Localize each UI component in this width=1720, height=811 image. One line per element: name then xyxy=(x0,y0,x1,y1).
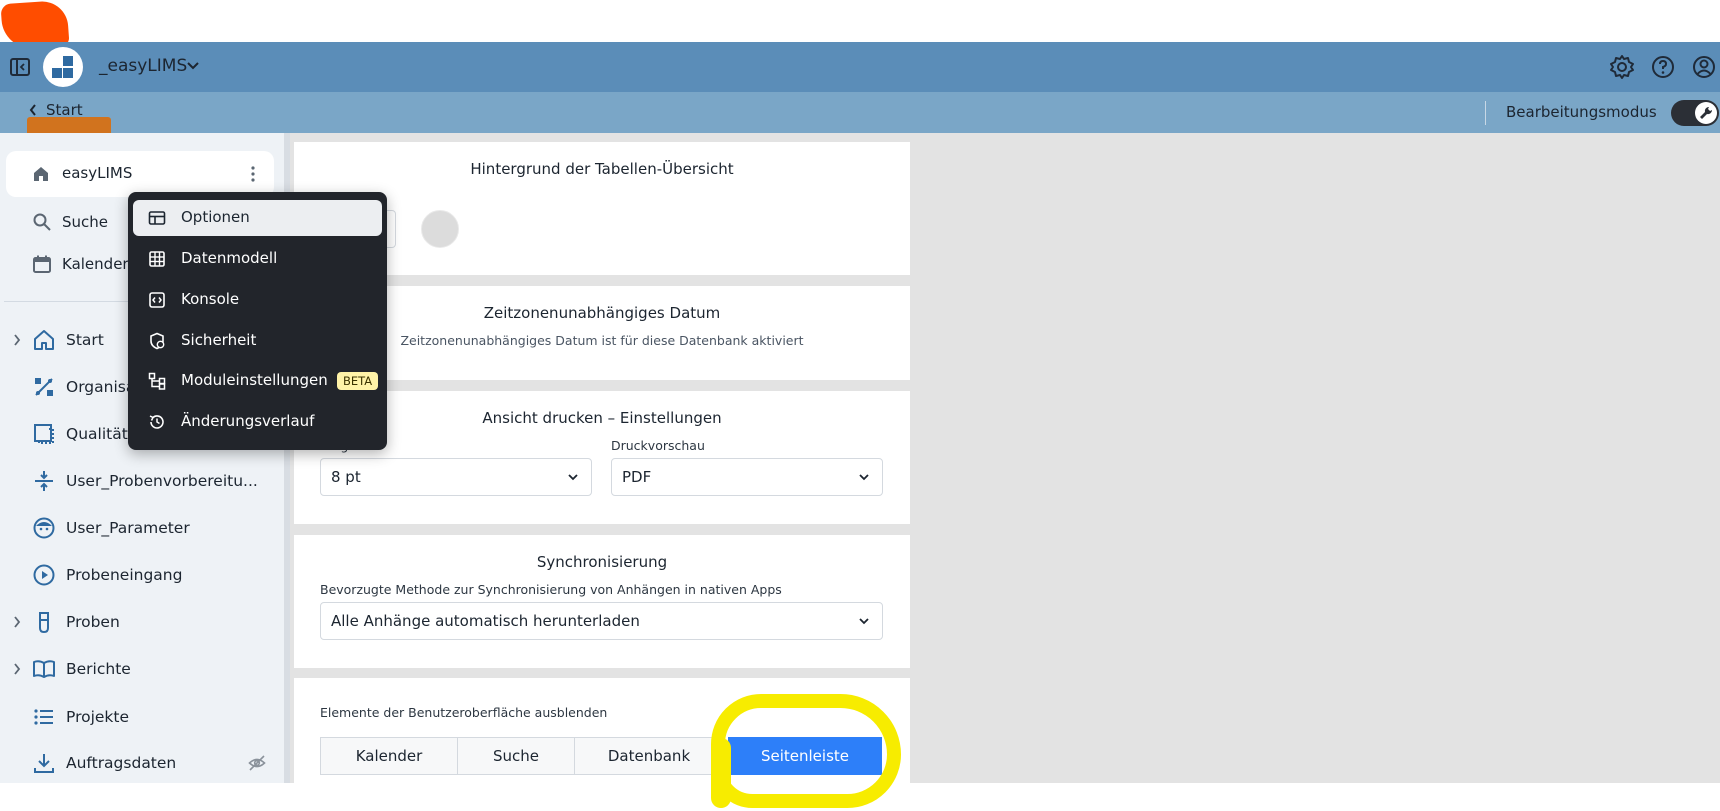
sync-method-select[interactable]: Alle Anhänge automatisch herunterladen xyxy=(320,602,883,640)
menu-item-aenderungsverlauf[interactable]: Änderungsverlauf xyxy=(133,404,382,440)
top-gap xyxy=(0,0,1720,42)
hide-ui-label: Elemente der Benutzeroberfläche ausblend… xyxy=(320,705,608,720)
history-icon xyxy=(149,415,164,429)
organization-icon xyxy=(35,378,53,396)
app-bar: _easyLIMS xyxy=(0,42,1720,92)
gear-icon[interactable] xyxy=(1608,53,1636,81)
menu-item-sicherheit[interactable]: Sicherheit xyxy=(133,323,382,359)
workspace-item[interactable]: easyLIMS xyxy=(6,151,274,197)
menu-item-datenmodell[interactable]: Datenmodell xyxy=(133,241,382,277)
wrench-icon xyxy=(1700,106,1713,119)
chevron-right-icon[interactable] xyxy=(12,662,22,676)
grid-icon xyxy=(149,251,165,267)
sidebar-toggle-icon[interactable] xyxy=(9,56,31,78)
sidebar-item-label: Proben xyxy=(66,613,120,631)
card-sync: Synchronisierung Bevorzugte Methode zur … xyxy=(294,535,910,668)
table-layout-icon xyxy=(148,211,166,225)
menu-item-label: Optionen xyxy=(181,208,250,226)
sidebar-item-label: Start xyxy=(66,331,104,349)
chevron-right-icon[interactable] xyxy=(12,615,22,629)
segment-kalender[interactable]: Kalender xyxy=(320,737,458,775)
sidebar-item-label: Probeneingang xyxy=(66,566,183,584)
workspace-options-menu: Optionen Datenmodell Konsole Sicherheit … xyxy=(128,192,387,450)
segment-datenbank[interactable]: Datenbank xyxy=(574,737,724,775)
sidebar-item-probeneingang[interactable]: Probeneingang xyxy=(0,553,284,597)
sub-bar: Start Bearbeitungsmodus xyxy=(0,92,1720,133)
annotation-highlight-yellow xyxy=(711,694,901,808)
sidebar-item-label: User_Probenvorbereitu... xyxy=(66,472,258,490)
toggle-knob xyxy=(1695,102,1717,124)
card-title: Synchronisierung xyxy=(536,553,668,571)
menu-item-moduleinstellungen[interactable]: Moduleinstellungen BETA xyxy=(133,363,382,399)
face-icon xyxy=(33,517,55,539)
home-icon xyxy=(34,330,54,350)
menu-item-label: Konsole xyxy=(181,290,240,308)
more-vertical-icon[interactable] xyxy=(250,165,256,183)
print-preview-label: Druckvorschau xyxy=(611,438,705,453)
menu-item-label: Datenmodell xyxy=(181,249,278,267)
chevron-down-icon xyxy=(568,474,578,481)
sidebar-item-label: Projekte xyxy=(66,708,130,726)
select-value: PDF xyxy=(622,468,652,486)
sidebar-item-label: Organisa xyxy=(66,378,136,396)
book-icon xyxy=(33,660,55,678)
workspace-label: easyLIMS xyxy=(62,164,133,182)
edit-mode-label: Bearbeitungsmodus xyxy=(1506,103,1657,121)
code-icon xyxy=(149,292,165,308)
sidebar-item-label: Auftragsdaten xyxy=(66,754,177,772)
font-size-select[interactable]: 8 pt xyxy=(320,458,592,496)
sidebar-item-label: Suche xyxy=(62,213,109,231)
list-icon xyxy=(34,709,53,725)
quality-icon xyxy=(34,424,54,444)
divider xyxy=(1485,101,1486,125)
color-swatch[interactable] xyxy=(421,210,459,248)
play-circle-icon xyxy=(33,564,55,586)
select-value: Alle Anhänge automatisch herunterladen xyxy=(331,612,640,630)
menu-item-label: Änderungsverlauf xyxy=(181,412,315,430)
home-icon xyxy=(34,167,48,181)
menu-item-label: Moduleinstellungen xyxy=(181,371,328,389)
chevron-down-icon[interactable] xyxy=(186,56,200,76)
annotation-highlight-yellow-stroke xyxy=(711,738,731,808)
chevron-down-icon xyxy=(859,474,869,481)
menu-item-konsole[interactable]: Konsole xyxy=(133,282,382,318)
chevron-left-icon xyxy=(29,104,36,116)
sidebar-item-label: Kalender xyxy=(62,255,129,273)
test-tube-icon xyxy=(39,612,49,634)
sidebar-item-label: Qualitäts xyxy=(66,425,136,443)
segment-suche[interactable]: Suche xyxy=(457,737,575,775)
menu-item-optionen[interactable]: Optionen xyxy=(133,200,382,236)
search-icon xyxy=(33,213,51,231)
sidebar-item-berichte[interactable]: Berichte xyxy=(0,647,284,691)
card-title: Hintergrund der Tabellen-Übersicht xyxy=(470,160,734,178)
sidebar-item-proben[interactable]: Proben xyxy=(0,600,284,644)
calendar-icon xyxy=(33,255,51,273)
sidebar-item-label: Berichte xyxy=(66,660,131,678)
menu-item-label: Sicherheit xyxy=(181,331,257,349)
account-icon[interactable] xyxy=(1690,53,1718,81)
sidebar-item-parameter[interactable]: User_Parameter xyxy=(0,506,284,550)
select-value: 8 pt xyxy=(331,468,361,486)
modules-icon xyxy=(148,372,166,390)
sync-method-label: Bevorzugte Methode zur Synchronisierung … xyxy=(320,582,782,597)
edit-mode-toggle[interactable] xyxy=(1671,100,1719,126)
help-icon[interactable] xyxy=(1649,53,1677,81)
print-preview-select[interactable]: PDF xyxy=(611,458,883,496)
beta-badge: BETA xyxy=(337,372,379,390)
chevron-down-icon xyxy=(859,618,869,625)
sidebar-item-projekte[interactable]: Projekte xyxy=(0,695,284,739)
shield-icon xyxy=(150,332,165,350)
app-logo[interactable] xyxy=(43,47,83,87)
app-title[interactable]: _easyLIMS xyxy=(99,56,187,76)
compress-icon xyxy=(35,471,53,491)
sidebar-item-auftragsdaten[interactable]: Auftragsdaten xyxy=(0,741,284,785)
sidebar-item-label: User_Parameter xyxy=(66,519,190,537)
sidebar-item-probenvorbereitung[interactable]: User_Probenvorbereitu... xyxy=(0,459,284,503)
eye-off-icon[interactable] xyxy=(248,754,266,772)
chevron-right-icon[interactable] xyxy=(12,333,22,347)
download-icon xyxy=(34,754,54,773)
